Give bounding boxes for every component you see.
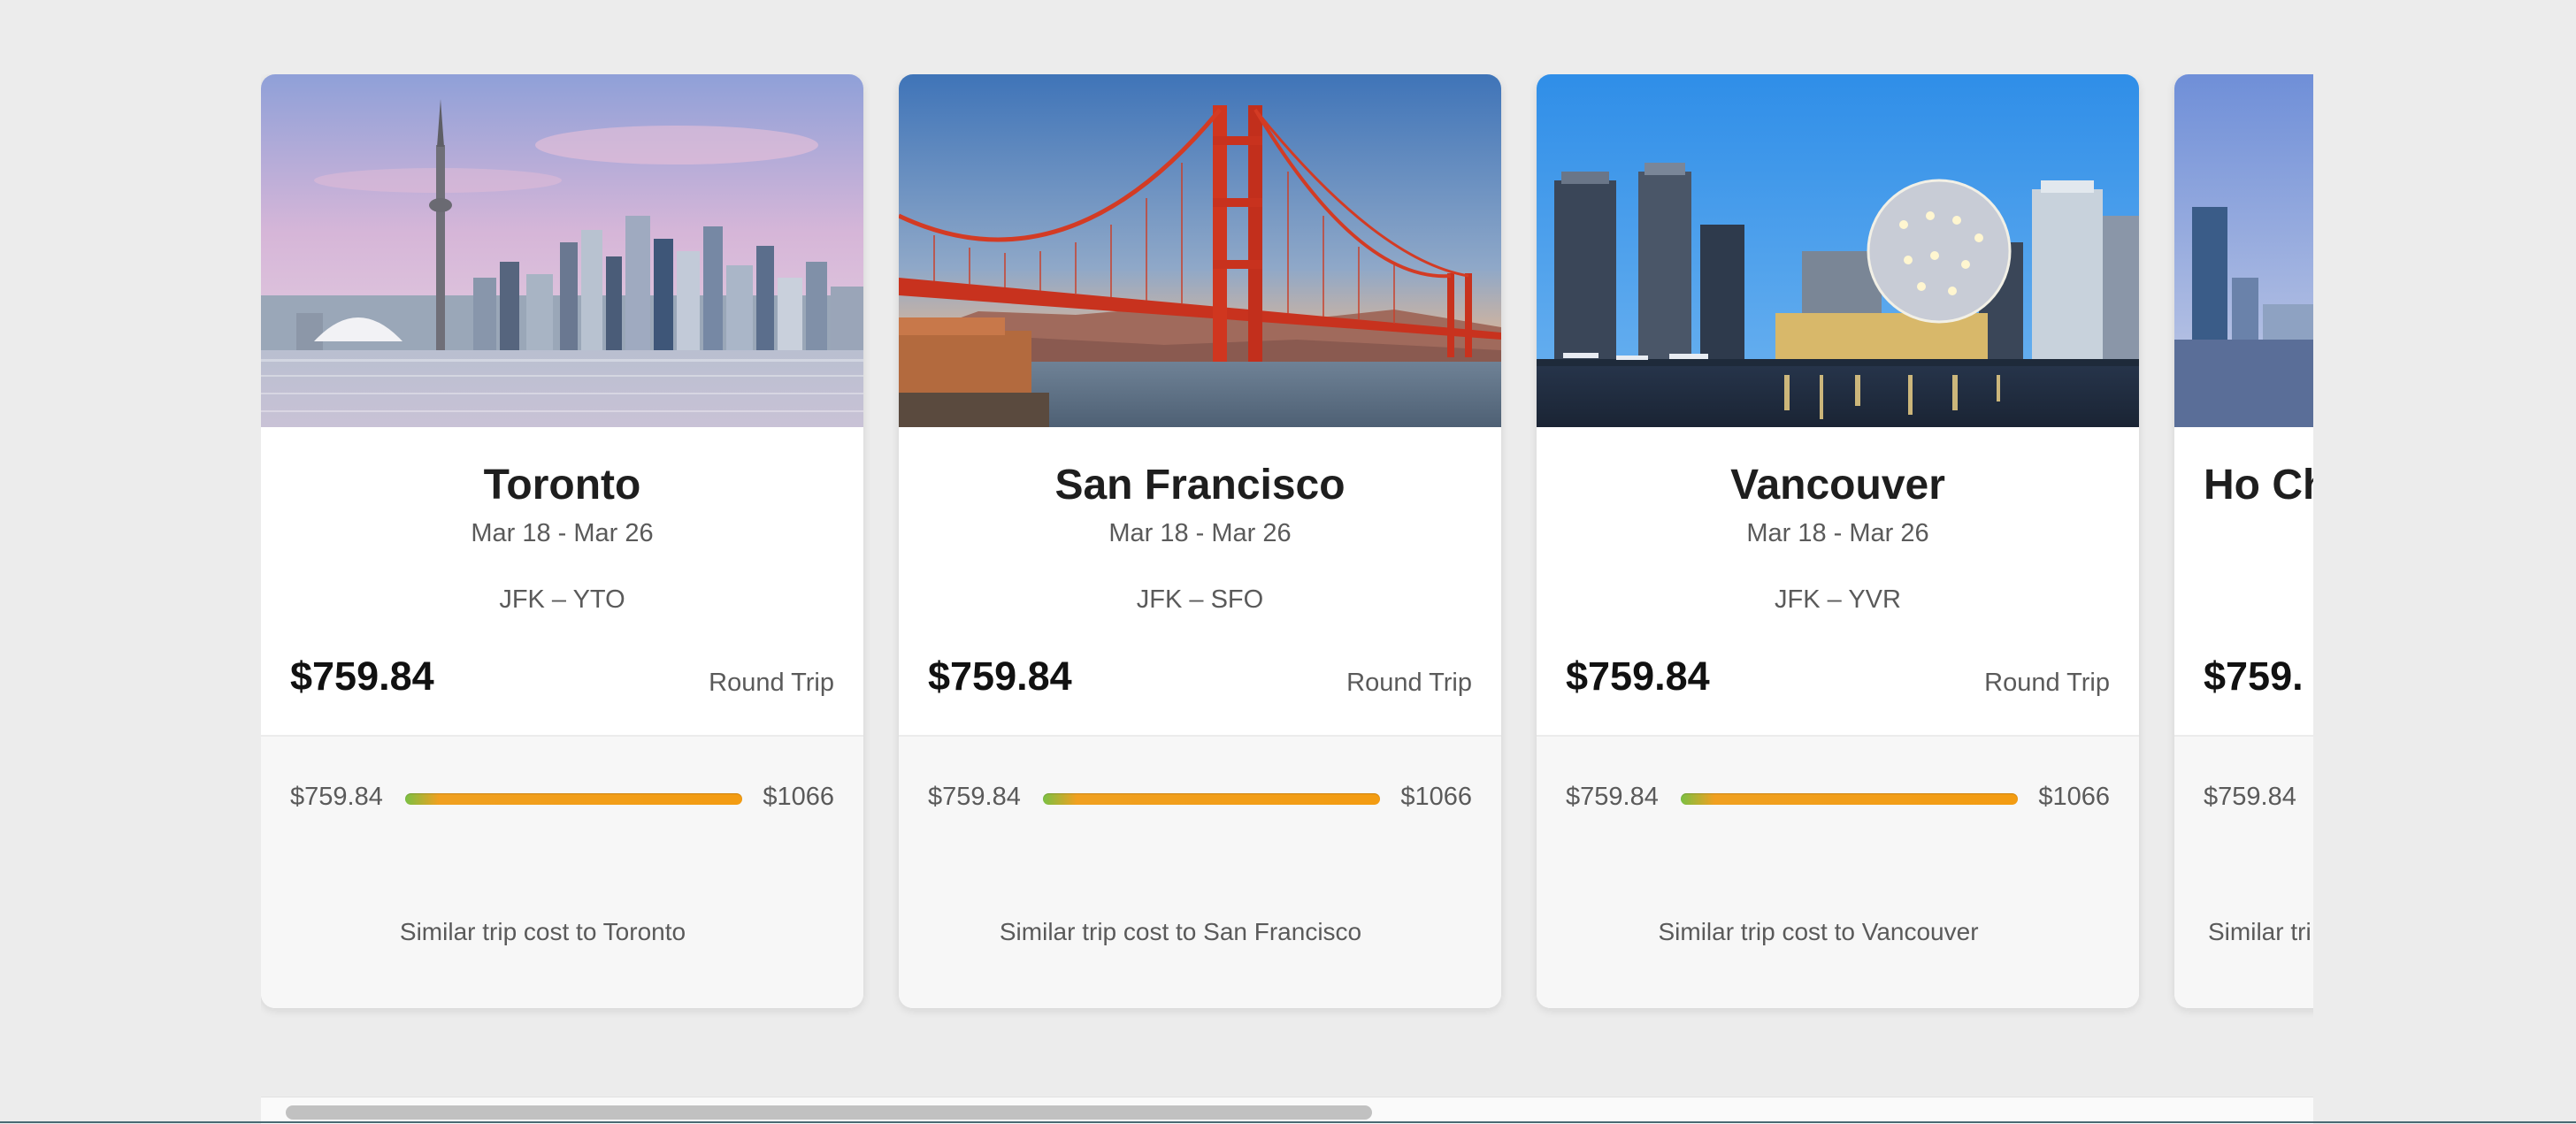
card-details: Toronto Mar 18 - Mar 26 JFK – YTO $759.8… <box>261 427 863 735</box>
trip-type: Round Trip <box>709 669 834 697</box>
destination-carousel[interactable]: Toronto Mar 18 - Mar 26 JFK – YTO $759.8… <box>261 74 2313 1123</box>
carousel-scrollbar[interactable] <box>261 1097 2313 1124</box>
price-range-bar <box>1043 793 1380 805</box>
vancouver-science-world-image <box>1537 74 2139 427</box>
range-low-price: $759.84 <box>2204 783 2296 811</box>
range-low-price: $759.84 <box>290 783 383 811</box>
card-details: Ho Ch $759. <box>2174 427 2313 735</box>
similar-trip-cost-text: Similar tri <box>2208 918 2312 945</box>
price-range-section: $759.84 Similar tri <box>2174 735 2313 1008</box>
trip-dates: Mar 18 - Mar 26 <box>471 519 654 547</box>
trip-price: $759.84 <box>290 654 434 699</box>
card-details: San Francisco Mar 18 - Mar 26 JFK – SFO … <box>899 427 1501 735</box>
range-low-price: $759.84 <box>928 783 1021 811</box>
ho-chi-minh-skyline-image <box>2174 74 2313 427</box>
destination-card-san-francisco[interactable]: San Francisco Mar 18 - Mar 26 JFK – SFO … <box>899 74 1501 1008</box>
price-range-bar <box>405 793 742 805</box>
similar-trip-cost-text: Similar trip cost to San Francisco <box>999 918 1362 945</box>
trip-dates: Mar 18 - Mar 26 <box>1108 519 1292 547</box>
destination-card-ho-chi-minh[interactable]: Ho Ch $759. $759.84 Similar tri <box>2174 74 2313 1008</box>
destination-card-vancouver[interactable]: Vancouver Mar 18 - Mar 26 JFK – YVR $759… <box>1537 74 2139 1008</box>
range-high-price: $1066 <box>1400 783 1472 811</box>
flight-route: JFK – YTO <box>499 585 625 614</box>
range-high-price: $1066 <box>763 783 834 811</box>
destination-card-toronto[interactable]: Toronto Mar 18 - Mar 26 JFK – YTO $759.8… <box>261 74 863 1008</box>
trip-dates: Mar 18 - Mar 26 <box>1746 519 1929 547</box>
similar-trip-cost-text: Similar trip cost to Toronto <box>399 918 686 945</box>
price-range-bar <box>1681 793 2018 805</box>
price-range-section: $759.84 $1066 Similar trip cost to Toron… <box>261 735 863 1008</box>
card-details: Vancouver Mar 18 - Mar 26 JFK – YVR $759… <box>1537 427 2139 735</box>
scrollbar-thumb[interactable] <box>286 1105 1372 1120</box>
flight-route: JFK – YVR <box>1775 585 1901 614</box>
carousel-track: Toronto Mar 18 - Mar 26 JFK – YTO $759.8… <box>261 74 2313 1008</box>
city-name: Vancouver <box>1730 462 1945 508</box>
range-low-price: $759.84 <box>1566 783 1659 811</box>
flight-route: JFK – SFO <box>1136 585 1264 614</box>
trip-type: Round Trip <box>1346 669 1472 697</box>
trip-price: $759.84 <box>1566 654 1710 699</box>
trip-price: $759. <box>2204 654 2304 699</box>
trip-price: $759.84 <box>928 654 1072 699</box>
city-name: Toronto <box>483 462 641 508</box>
trip-type: Round Trip <box>1984 669 2110 697</box>
city-name: Ho Ch <box>2204 462 2313 508</box>
price-range-section: $759.84 $1066 Similar trip cost to San F… <box>899 735 1501 1008</box>
toronto-skyline-image <box>261 74 863 427</box>
range-high-price: $1066 <box>2038 783 2110 811</box>
price-range-section: $759.84 $1066 Similar trip cost to Vanco… <box>1537 735 2139 1008</box>
city-name: San Francisco <box>1054 462 1346 508</box>
similar-trip-cost-text: Similar trip cost to Vancouver <box>1658 918 1979 945</box>
golden-gate-bridge-image <box>899 74 1501 427</box>
